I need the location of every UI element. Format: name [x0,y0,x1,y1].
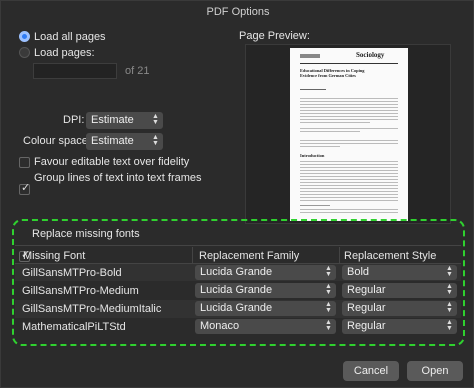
radio-selected-icon [19,31,30,42]
load-all-label: Load all pages [34,31,106,43]
chevron-updown-icon: ▲ ▼ [152,113,159,126]
chevron-updown-icon: ▲ ▼ [152,134,159,147]
replacement-family-value: Lucida Grande [200,284,273,296]
radio-unselected-icon [19,47,30,58]
replacement-style-select[interactable]: Regular ▲ ▼ [342,301,457,316]
replacement-family-select[interactable]: Monaco ▲ ▼ [195,319,336,334]
col-header-replacement-family: Replacement Family [199,250,300,262]
dpi-label: DPI: [63,114,85,126]
group-lines-checkbox[interactable]: ✓ [19,182,31,195]
cancel-button[interactable]: Cancel [343,361,399,381]
chevron-updown-icon: ▲ ▼ [325,283,332,296]
replacement-style-value: Regular [347,284,386,296]
col-header-replacement-style: Replacement Style [344,250,437,262]
preview-heading: Sociology [356,51,385,59]
replacement-style-select[interactable]: Regular ▲ ▼ [342,283,457,298]
dpi-value: Estimate [91,114,134,126]
preview-page-thumbnail: Sociology Educational Differences in Cop… [290,48,408,221]
favour-editable-checkbox[interactable] [19,157,30,168]
replacement-family-value: Lucida Grande [200,302,273,314]
preview-title: Educational Differences in Coping Eviden… [300,68,365,78]
replacement-style-value: Regular [347,320,386,332]
missing-font-name: MathematicalPiLTStd [22,321,126,333]
missing-font-name: GillSansMTPro-Medium [22,285,139,297]
page-preview: Sociology Educational Differences in Cop… [245,44,451,224]
replacement-family-value: Lucida Grande [200,266,273,278]
dpi-select[interactable]: Estimate ▲ ▼ [86,112,163,129]
replacement-family-value: Monaco [200,320,240,332]
replacement-style-value: Bold [347,266,370,278]
replacement-style-select[interactable]: Bold ▲ ▼ [342,265,457,280]
group-lines-label: Group lines of text into text frames [34,172,202,184]
colour-space-select[interactable]: Estimate ▲ ▼ [86,133,163,150]
colour-space-value: Estimate [91,135,134,147]
chevron-updown-icon: ▲ ▼ [325,319,332,332]
replace-fonts-label: Replace missing fonts [32,228,140,240]
missing-font-name: GillSansMTPro-MediumItalic [22,303,162,315]
chevron-updown-icon: ▲ ▼ [325,265,332,278]
page-count-label: of 21 [125,65,150,77]
chevron-updown-icon: ▲ ▼ [446,265,453,278]
journal-logo [300,54,320,58]
load-pages-label: Load pages: [34,47,95,59]
chevron-updown-icon: ▲ ▼ [446,319,453,332]
pdf-options-dialog: PDF Options Load all pages Load pages: o… [0,0,474,388]
checkmark-icon: ✓ [21,182,31,194]
replacement-family-select[interactable]: Lucida Grande ▲ ▼ [195,265,336,280]
open-button[interactable]: Open [407,361,463,381]
replacement-style-select[interactable]: Regular ▲ ▼ [342,319,457,334]
replacement-family-select[interactable]: Lucida Grande ▲ ▼ [195,283,336,298]
preview-intro-heading: Introduction [300,153,325,158]
page-preview-label: Page Preview: [239,30,310,42]
chevron-updown-icon: ▲ ▼ [446,283,453,296]
load-pages-radio[interactable] [19,47,30,61]
load-all-radio[interactable] [19,31,30,45]
dialog-title: PDF Options [206,6,270,18]
missing-font-name: GillSansMTPro-Bold [22,267,122,279]
pages-input[interactable] [33,63,117,79]
replacement-family-select[interactable]: Lucida Grande ▲ ▼ [195,301,336,316]
colour-space-label: Colour space: [23,135,91,147]
col-header-missing-font: Missing Font [23,250,86,262]
chevron-updown-icon: ▲ ▼ [325,301,332,314]
favour-editable-label: Favour editable text over fidelity [34,156,190,168]
replacement-style-value: Regular [347,302,386,314]
chevron-updown-icon: ▲ ▼ [446,301,453,314]
